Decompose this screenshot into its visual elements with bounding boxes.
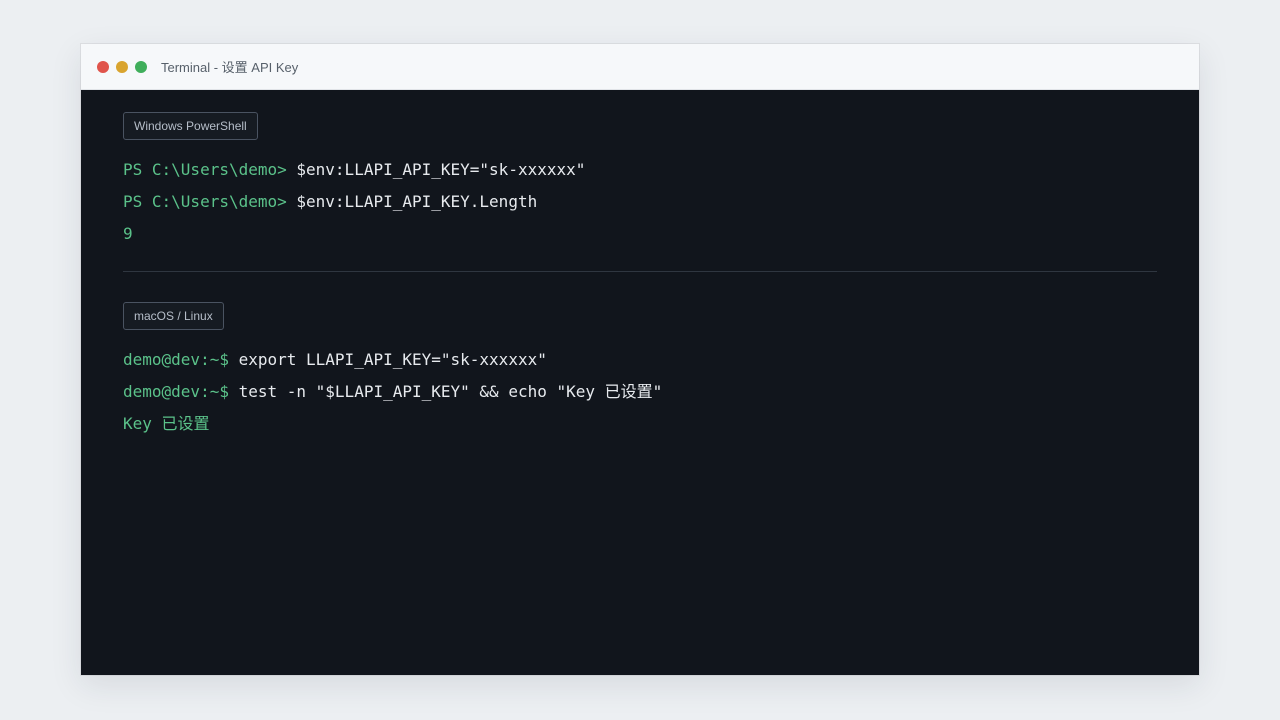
- prompt: demo@dev:~$: [123, 350, 239, 369]
- section-powershell: Windows PowerShell PS C:\Users\demo> $en…: [123, 112, 1157, 250]
- terminal-body[interactable]: Windows PowerShell PS C:\Users\demo> $en…: [81, 90, 1199, 440]
- title-bar: Terminal - 设置 API Key: [81, 44, 1199, 90]
- unix-lines: demo@dev:~$ export LLAPI_API_KEY="sk-xxx…: [123, 344, 1157, 440]
- window-title: Terminal - 设置 API Key: [161, 60, 299, 75]
- command-text: $env:LLAPI_API_KEY.Length: [296, 192, 538, 211]
- terminal-line: 9: [123, 218, 1157, 250]
- shell-badge-unix: macOS / Linux: [123, 302, 224, 330]
- terminal-line: PS C:\Users\demo> $env:LLAPI_API_KEY="sk…: [123, 154, 1157, 186]
- command-text: export LLAPI_API_KEY="sk-xxxxxx": [238, 350, 547, 369]
- shell-badge-powershell: Windows PowerShell: [123, 112, 258, 140]
- command-text: $env:LLAPI_API_KEY="sk-xxxxxx": [296, 160, 586, 179]
- section-unix: macOS / Linux demo@dev:~$ export LLAPI_A…: [123, 302, 1157, 440]
- powershell-lines: PS C:\Users\demo> $env:LLAPI_API_KEY="sk…: [123, 154, 1157, 250]
- terminal-line: demo@dev:~$ test -n "$LLAPI_API_KEY" && …: [123, 376, 1157, 408]
- minimize-window-button[interactable]: [116, 60, 128, 73]
- maximize-window-button[interactable]: [135, 60, 147, 73]
- terminal-line: demo@dev:~$ export LLAPI_API_KEY="sk-xxx…: [123, 344, 1157, 376]
- prompt: PS C:\Users\demo>: [123, 192, 297, 211]
- prompt: demo@dev:~$: [123, 382, 239, 401]
- terminal-window: Terminal - 设置 API Key Windows PowerShell…: [81, 44, 1199, 675]
- section-divider: [123, 271, 1157, 272]
- command-output: 9: [123, 224, 133, 243]
- terminal-line: PS C:\Users\demo> $env:LLAPI_API_KEY.Len…: [123, 186, 1157, 218]
- window-controls: [97, 60, 147, 73]
- prompt: PS C:\Users\demo>: [123, 160, 297, 179]
- command-text: test -n "$LLAPI_API_KEY" && echo "Key 已设…: [238, 382, 663, 401]
- terminal-line: Key 已设置: [123, 408, 1157, 440]
- close-window-button[interactable]: [97, 60, 109, 73]
- command-output: Key 已设置: [123, 414, 210, 433]
